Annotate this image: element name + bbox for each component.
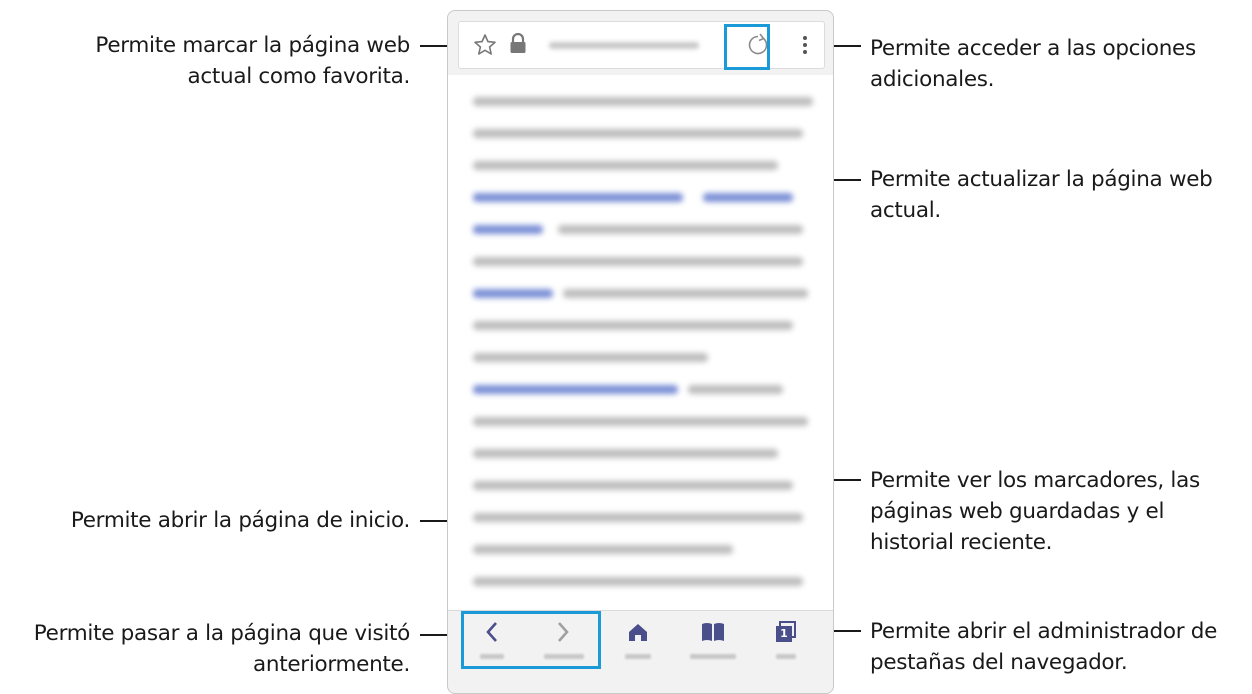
callout-back: Permite pasar a la página que visitó ant…: [0, 618, 411, 680]
blurred-link-line: [473, 225, 543, 234]
blurred-text-line: [473, 545, 733, 554]
blurred-text-line: [473, 417, 808, 426]
blurred-link-line: [703, 193, 793, 202]
back-forward-highlight: [461, 611, 601, 669]
callout-back-text: Permite pasar a la página que visitó ant…: [33, 621, 411, 677]
callout-tabs: Permite abrir el administrador de pestañ…: [870, 616, 1248, 678]
callout-favorite: Permite marcar la página web actual como…: [50, 30, 410, 92]
callout-refresh-text: Permite actualizar la página web actual.: [870, 167, 1213, 223]
star-icon[interactable]: [473, 33, 497, 61]
callout-bookmarks-text: Permite ver los marcadores, las páginas …: [870, 468, 1200, 555]
url-text[interactable]: [549, 42, 699, 49]
blurred-link-line: [473, 289, 553, 298]
book-icon[interactable]: [701, 622, 725, 646]
callout-options: Permite acceder a las opciones adicional…: [870, 33, 1235, 95]
blurred-text-line: [473, 321, 793, 330]
blurred-text-line: [473, 513, 803, 522]
callout-home: Permite abrir la página de inicio.: [10, 505, 410, 536]
home-icon[interactable]: [628, 622, 648, 646]
blurred-text-line: [473, 577, 803, 586]
callout-refresh: Permite actualizar la página web actual.: [870, 164, 1235, 226]
blurred-text-line: [473, 353, 708, 362]
blurred-text-line: [473, 161, 778, 170]
blurred-text-line: [558, 225, 803, 234]
blurred-text-line: [473, 129, 803, 138]
blurred-text-line: [473, 257, 803, 266]
callout-home-text: Permite abrir la página de inicio.: [70, 508, 410, 533]
blurred-text-line: [563, 289, 808, 298]
tabs-highlight: [763, 615, 803, 661]
more-vertical-icon[interactable]: [802, 34, 808, 60]
bookmarks-label: [690, 654, 736, 659]
home-label: [625, 654, 651, 659]
blurred-link-line: [473, 193, 683, 202]
callout-options-text: Permite acceder a las opciones adicional…: [870, 36, 1196, 92]
callout-favorite-text: Permite marcar la página web actual como…: [95, 33, 410, 89]
callout-bookmarks: Permite ver los marcadores, las páginas …: [870, 465, 1240, 558]
callout-tabs-text: Permite abrir el administrador de pestañ…: [870, 619, 1218, 675]
blurred-link-line: [473, 385, 678, 394]
blurred-text-line: [473, 97, 813, 106]
browser-screen: 1: [447, 10, 834, 694]
lock-icon: [508, 32, 528, 59]
blurred-text-line: [473, 481, 793, 490]
refresh-highlight: [724, 24, 770, 70]
blurred-text-line: [473, 449, 778, 458]
web-page-content: [448, 75, 833, 610]
blurred-text-line: [688, 385, 783, 394]
